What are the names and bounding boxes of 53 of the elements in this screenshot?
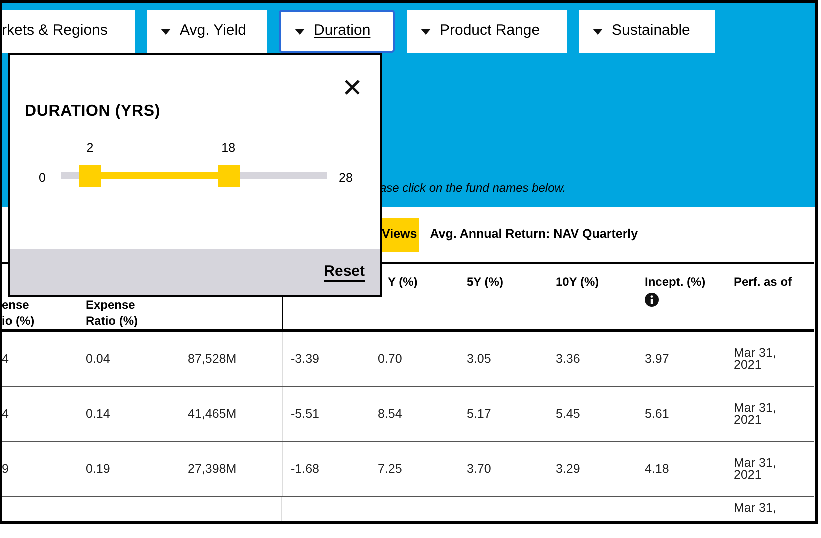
table-cell: -1.68 [291, 463, 320, 475]
table-cell: 3.29 [556, 463, 580, 475]
filter-tab[interactable]: Duration [279, 10, 395, 53]
table-cell: 5.61 [645, 408, 670, 420]
popover-title: DURATION (YRS) [25, 102, 160, 122]
table-cell: 4.18 [645, 463, 670, 475]
column-header[interactable]: Perf. as of [734, 274, 804, 290]
slider-handle[interactable] [218, 165, 240, 187]
table-cell: 0.04 [86, 353, 110, 365]
reset-button[interactable]: Reset [324, 260, 365, 284]
column-header[interactable]: 10Y (%) [556, 274, 626, 290]
views-button[interactable]: Views [380, 218, 420, 252]
table-cell: 41,465M [188, 408, 237, 420]
slider-max-label: 28 [339, 170, 353, 187]
column-header[interactable]: Y (%) [388, 274, 458, 290]
table-cell: 27,398M [188, 463, 237, 475]
slider-handle[interactable] [79, 165, 102, 187]
table-cell: 0.19 [86, 463, 110, 475]
table-cell: 5.17 [467, 408, 492, 420]
table-cell: 4 [2, 353, 9, 365]
filter-tab[interactable]: Avg. Yield [147, 10, 267, 53]
column-header[interactable]: 5Y (%) [467, 274, 537, 290]
table-cell: 5.45 [556, 408, 580, 420]
filter-tab[interactable]: Sustainable [579, 10, 715, 53]
slider-min-label: 0 [39, 170, 46, 187]
slider-value-label: 2 [86, 140, 95, 157]
table-cell: 3.36 [556, 353, 580, 365]
table-cell: 3.05 [467, 353, 492, 365]
table-cell-text: Mar 31, [734, 502, 776, 517]
table-cell: 0.14 [86, 408, 110, 420]
table-cell: -5.51 [291, 408, 320, 420]
table-cell-text: Mar 31, 2021 [734, 457, 778, 481]
table-cell: 7.25 [378, 463, 402, 475]
table-cell: 87,528M [188, 353, 237, 365]
table-cell-text: Mar 31, 2021 [734, 402, 778, 426]
column-header[interactable]: ense io (%) [2, 297, 42, 329]
table-cell: 8.54 [378, 408, 402, 420]
info-icon[interactable] [645, 293, 659, 307]
table-cell: 4 [2, 408, 9, 420]
table-cell: 0.70 [378, 353, 402, 365]
slider-track[interactable] [61, 165, 327, 187]
column-header[interactable]: Incept. (%) [645, 274, 715, 290]
close-icon[interactable] [344, 79, 361, 96]
table-cell: 9 [2, 463, 9, 475]
column-header[interactable]: Expense Ratio (%) [86, 297, 156, 329]
table-cell: -3.39 [291, 353, 320, 365]
filter-tab[interactable]: Product Range [407, 10, 567, 53]
table-cell-text: Mar 31, 2021 [734, 347, 778, 371]
table-cell: 3.97 [645, 353, 670, 365]
filter-tab[interactable]: rkets & Regions [2, 10, 135, 53]
slider-value-label: 18 [220, 140, 237, 157]
table-cell: 3.70 [467, 463, 492, 475]
return-type-label: Avg. Annual Return: NAV Quarterly [430, 226, 638, 244]
